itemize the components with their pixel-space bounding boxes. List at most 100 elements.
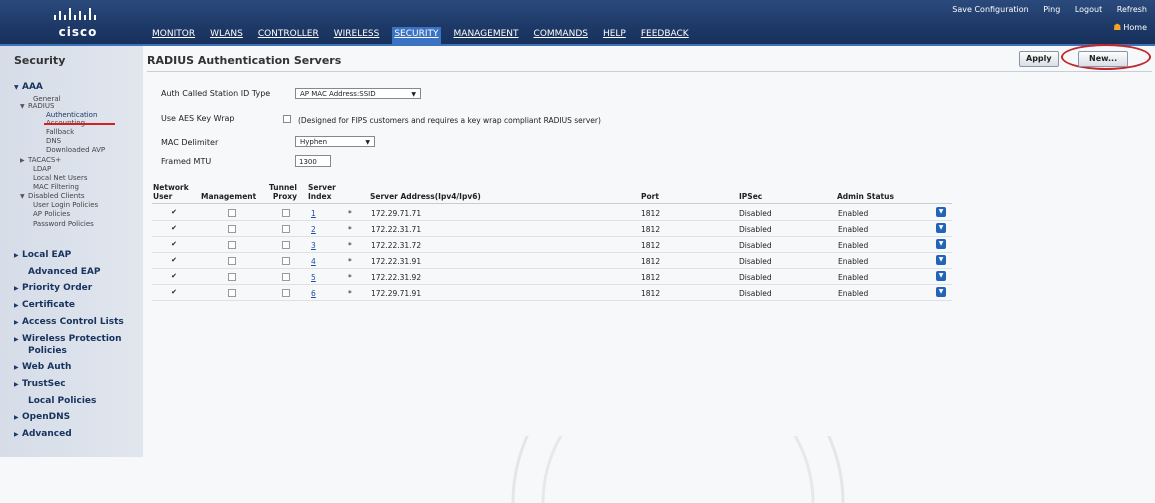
tunnel-proxy-checkbox[interactable] <box>282 241 290 249</box>
expand-down-icon[interactable]: ▼ <box>20 193 28 200</box>
management-checkbox[interactable] <box>228 273 236 281</box>
sidebar-item-aaa[interactable]: ▼ AAA <box>14 82 43 92</box>
collapse-right-icon[interactable]: ▶ <box>14 302 22 309</box>
tunnel-proxy-checkbox[interactable] <box>282 225 290 233</box>
sidebar-item-dns[interactable]: DNS <box>46 137 61 145</box>
sidebar-item-tacacs[interactable]: ▶ TACACS+ <box>20 156 61 164</box>
nav-commands[interactable]: COMMANDS <box>532 27 590 44</box>
management-checkbox[interactable] <box>228 241 236 249</box>
server-index-link[interactable]: 2 <box>311 225 316 234</box>
sidebar-item-password-policies[interactable]: Password Policies <box>33 220 94 228</box>
mac-delimiter-label: MAC Delimiter <box>161 138 219 147</box>
server-index-link[interactable]: 6 <box>311 289 316 298</box>
sidebar-item-downloaded-avp[interactable]: Downloaded AVP <box>46 146 105 154</box>
framed-mtu-input[interactable]: 1300 <box>295 155 331 167</box>
sidebar-item-user-login-policies[interactable]: User Login Policies <box>33 201 98 209</box>
apply-button[interactable]: Apply <box>1019 51 1059 67</box>
sidebar-item-fallback[interactable]: Fallback <box>46 128 74 136</box>
sidebar-item-wireless-protection[interactable]: ▶ Wireless Protection <box>14 334 122 344</box>
expand-down-icon[interactable]: ▼ <box>14 84 22 91</box>
nav-wlans[interactable]: WLANs <box>208 27 245 44</box>
network-user-checkbox[interactable]: ✔ <box>170 257 178 265</box>
nav-controller[interactable]: CONTROLLER <box>256 27 321 44</box>
tunnel-proxy-checkbox[interactable] <box>282 273 290 281</box>
collapse-right-icon[interactable]: ▶ <box>14 381 22 388</box>
station-id-select[interactable]: AP MAC Address:SSID ▼ <box>295 88 421 99</box>
chevron-down-icon: ▼ <box>938 224 944 231</box>
sidebar-item-local-policies[interactable]: Local Policies <box>28 396 96 406</box>
tunnel-proxy-checkbox[interactable] <box>282 257 290 265</box>
network-user-checkbox[interactable]: ✔ <box>170 289 178 297</box>
sidebar-item-policies[interactable]: Policies <box>28 346 67 356</box>
nav-management[interactable]: MANAGEMENT <box>452 27 521 44</box>
sidebar-item-authentication[interactable]: Authentication <box>46 111 97 119</box>
collapse-right-icon[interactable]: ▶ <box>14 285 22 292</box>
sidebar-item-local-eap[interactable]: ▶ Local EAP <box>14 250 71 260</box>
collapse-right-icon[interactable]: ▶ <box>14 336 22 343</box>
logout-link[interactable]: Logout <box>1075 5 1102 14</box>
sidebar-item-certificate[interactable]: ▶ Certificate <box>14 300 75 310</box>
nav-security[interactable]: SECURITY <box>392 27 441 44</box>
ping-link[interactable]: Ping <box>1043 5 1060 14</box>
sidebar-item-access-control-lists[interactable]: ▶ Access Control Lists <box>14 317 124 327</box>
nav-monitor[interactable]: MONITOR <box>150 27 197 44</box>
home-label: Home <box>1123 23 1147 32</box>
row-action-dropdown[interactable]: ▼ <box>936 271 946 281</box>
collapse-right-icon[interactable]: ▶ <box>14 414 22 421</box>
row-action-dropdown[interactable]: ▼ <box>936 255 946 265</box>
sidebar-item-label: Web Auth <box>22 362 72 372</box>
sidebar-item-advanced[interactable]: ▶ Advanced <box>14 429 72 439</box>
sidebar-item-mac-filtering[interactable]: MAC Filtering <box>33 183 79 191</box>
sidebar-item-advanced-eap[interactable]: Advanced EAP <box>28 267 100 277</box>
server-index-link[interactable]: 1 <box>311 209 316 218</box>
expand-down-icon[interactable]: ▼ <box>20 103 28 110</box>
sidebar-item-trustsec[interactable]: ▶ TrustSec <box>14 379 66 389</box>
aes-key-wrap-checkbox[interactable] <box>283 115 291 123</box>
collapse-right-icon[interactable]: ▶ <box>20 157 28 164</box>
tunnel-proxy-checkbox[interactable] <box>282 209 290 217</box>
tunnel-proxy-checkbox[interactable] <box>282 289 290 297</box>
network-user-checkbox[interactable]: ✔ <box>170 209 178 217</box>
refresh-link[interactable]: Refresh <box>1117 5 1147 14</box>
management-checkbox[interactable] <box>228 257 236 265</box>
nav-wireless[interactable]: WIRELESS <box>332 27 382 44</box>
network-user-checkbox[interactable]: ✔ <box>170 225 178 233</box>
row-action-dropdown[interactable]: ▼ <box>936 223 946 233</box>
sidebar-item-ldap[interactable]: LDAP <box>33 165 51 173</box>
collapse-right-icon[interactable]: ▶ <box>14 252 22 259</box>
sidebar-item-web-auth[interactable]: ▶ Web Auth <box>14 362 71 372</box>
chevron-down-icon: ▼ <box>938 240 944 247</box>
nav-feedback[interactable]: FEEDBACK <box>639 27 691 44</box>
sidebar-item-radius[interactable]: ▼ RADIUS <box>20 102 54 110</box>
collapse-right-icon[interactable]: ▶ <box>14 319 22 326</box>
sidebar-item-disabled-clients[interactable]: ▼ Disabled Clients <box>20 192 85 200</box>
new-button[interactable]: New... <box>1078 51 1129 67</box>
admin-status-value: Enabled <box>838 289 869 298</box>
nav-help[interactable]: HELP <box>601 27 628 44</box>
sidebar-item-ap-policies[interactable]: AP Policies <box>33 210 70 218</box>
server-index-link[interactable]: 5 <box>311 273 316 282</box>
row-action-dropdown[interactable]: ▼ <box>936 287 946 297</box>
sidebar-item-local-net-users[interactable]: Local Net Users <box>33 174 87 182</box>
management-checkbox[interactable] <box>228 289 236 297</box>
network-user-checkbox[interactable]: ✔ <box>170 273 178 281</box>
chevron-down-icon: ▼ <box>938 208 944 215</box>
collapse-right-icon[interactable]: ▶ <box>14 431 22 438</box>
sidebar-item-opendns[interactable]: ▶ OpenDNS <box>14 412 70 422</box>
row-action-dropdown[interactable]: ▼ <box>936 207 946 217</box>
server-index-link[interactable]: 4 <box>311 257 316 266</box>
port-value: 1812 <box>641 273 661 282</box>
row-action-dropdown[interactable]: ▼ <box>936 239 946 249</box>
management-checkbox[interactable] <box>228 225 236 233</box>
mac-delimiter-select[interactable]: Hyphen ▼ <box>295 136 375 147</box>
framed-mtu-label: Framed MTU <box>161 157 212 166</box>
home-link[interactable]: ☗ Home <box>1113 23 1147 33</box>
sidebar-item-priority-order[interactable]: ▶ Priority Order <box>14 283 92 293</box>
network-user-checkbox[interactable]: ✔ <box>170 241 178 249</box>
collapse-right-icon[interactable]: ▶ <box>14 364 22 371</box>
sidebar-item-label: Policies <box>28 346 67 356</box>
server-index-link[interactable]: 3 <box>311 241 316 250</box>
management-checkbox[interactable] <box>228 209 236 217</box>
save-configuration-link[interactable]: Save Configuration <box>952 5 1028 14</box>
required-marker: * <box>348 225 352 234</box>
